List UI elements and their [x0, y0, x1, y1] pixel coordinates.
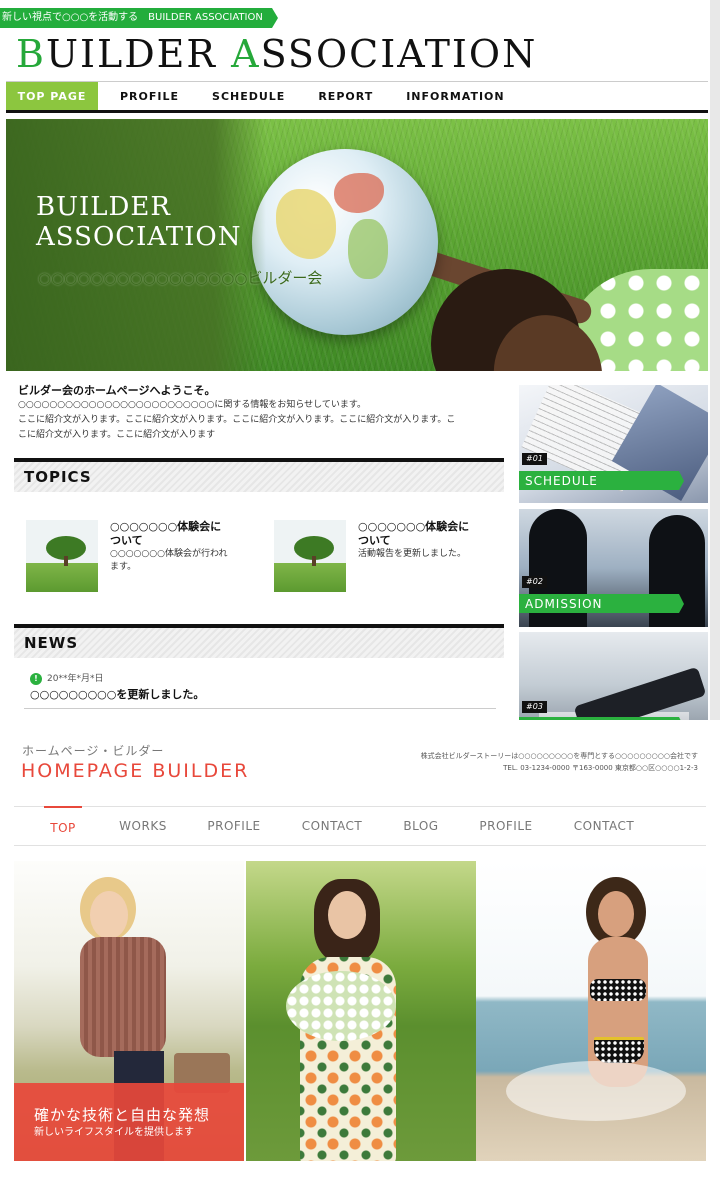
- header-tagline: 新しい視点で○○○を活動する BUILDER ASSOCIATION: [0, 8, 278, 28]
- card-number: #01: [522, 453, 547, 465]
- topic-text: 活動報告を更新しました。: [358, 549, 467, 559]
- nav-bottom-divider: [14, 845, 706, 846]
- news-text[interactable]: ○○○○○○○○○を更新しました。: [30, 686, 496, 704]
- welcome-line: ○○○○○○○○○○○○○○○○○○○○○○○○○に関する情報をお知らせしていま…: [18, 400, 366, 410]
- card-number: #02: [522, 576, 547, 588]
- topic-title[interactable]: ○○○○○○○体験会に ついて: [358, 520, 494, 548]
- caption-main: 確かな技術と自由な発想: [34, 1106, 211, 1124]
- nav-top[interactable]: TOP: [44, 806, 82, 845]
- main-nav: TOP PAGE PROFILE SCHEDULE REPORT INFORMA…: [6, 82, 708, 110]
- builder-association-page: 新しい視点で○○○を活動する BUILDER ASSOCIATION BUILD…: [0, 0, 720, 720]
- topic-thumbnail: [274, 520, 346, 592]
- topic-thumbnail: [26, 520, 98, 592]
- site-title[interactable]: HOMEPAGE BUILDER: [21, 760, 249, 782]
- nav-schedule[interactable]: SCHEDULE: [198, 82, 304, 110]
- homepage-nav: TOP WORKS PROFILE CONTACT BLOG PROFILE C…: [14, 806, 706, 845]
- photo-woman-with-flowers[interactable]: [246, 861, 476, 1161]
- site-small-title: ホームページ・ビルダー: [22, 744, 165, 758]
- hero-caption: 確かな技術と自由な発想 新しいライフスタイルを提供します: [14, 1083, 244, 1161]
- nav-profile[interactable]: PROFILE: [204, 806, 264, 845]
- hero-title: BUILDER ASSOCIATION: [36, 192, 242, 252]
- news-date: 20**年*月*日: [47, 674, 104, 684]
- nav-top-page[interactable]: TOP PAGE: [6, 82, 98, 110]
- company-info: 株式会社ビルダーストーリーは○○○○○○○○○を専門とする○○○○○○○○○会社…: [420, 752, 698, 772]
- card-label: ADMISSION: [519, 594, 684, 613]
- topic-item[interactable]: ○○○○○○○体験会に ついて 活動報告を更新しました。: [274, 520, 494, 592]
- nav-contact-2[interactable]: CONTACT: [571, 806, 637, 845]
- water-splash-image: [506, 1061, 686, 1121]
- hero-subtitle: ○○○○○○○○○○○○○○○○ビルダー会: [38, 269, 323, 287]
- news-bubble-icon: !: [30, 673, 42, 685]
- nav-bottom-divider: [6, 110, 708, 113]
- welcome-heading: ビルダー会のホームページへようこそ。: [18, 384, 216, 397]
- nav-profile-2[interactable]: PROFILE: [476, 806, 536, 845]
- news-heading: NEWS: [14, 624, 504, 658]
- topics-heading: TOPICS: [14, 458, 504, 492]
- topic-item[interactable]: ○○○○○○○体験会に ついて ○○○○○○○体験会が行われ ます。: [26, 520, 246, 592]
- nav-report[interactable]: REPORT: [304, 82, 392, 110]
- side-card-03[interactable]: #03: [519, 632, 708, 720]
- flower-bouquet-image: [286, 971, 396, 1041]
- card-label: SCHEDULE: [519, 471, 684, 490]
- site-logo[interactable]: BUILDER ASSOCIATION: [16, 32, 537, 76]
- homepage-builder-page: ホームページ・ビルダー HOMEPAGE BUILDER 株式会社ビルダーストー…: [0, 720, 720, 1180]
- welcome-section: ビルダー会のホームページへようこそ。 ○○○○○○○○○○○○○○○○○○○○○…: [18, 383, 488, 443]
- nav-blog[interactable]: BLOG: [400, 806, 442, 845]
- topic-text: ○○○○○○○体験会が行われ ます。: [110, 549, 228, 572]
- nav-works[interactable]: WORKS: [114, 806, 172, 845]
- side-card-schedule[interactable]: #01 SCHEDULE: [519, 385, 708, 503]
- news-divider: [24, 708, 496, 709]
- nav-information[interactable]: INFORMATION: [392, 82, 523, 110]
- photo-woman-at-beach[interactable]: [476, 861, 706, 1161]
- caption-sub: 新しいライフスタイルを提供します: [34, 1127, 194, 1138]
- nav-profile[interactable]: PROFILE: [98, 82, 198, 110]
- welcome-line: ここに紹介文が入ります。ここに紹介文が入ります。ここに紹介文が入ります。ここに紹…: [18, 415, 456, 425]
- topic-title[interactable]: ○○○○○○○体験会に ついて: [110, 520, 246, 548]
- side-card-admission[interactable]: #02 ADMISSION: [519, 509, 708, 627]
- photo-woman-with-suitcase[interactable]: 確かな技術と自由な発想 新しいライフスタイルを提供します: [14, 861, 244, 1161]
- card-number: #03: [522, 701, 547, 713]
- hero-banner: BUILDER ASSOCIATION ○○○○○○○○○○○○○○○○ビルダー…: [6, 119, 708, 371]
- news-item[interactable]: ! 20**年*月*日 ○○○○○○○○○を更新しました。: [30, 672, 496, 704]
- welcome-line: こに紹介文が入ります。ここに紹介文が入ります: [18, 430, 216, 440]
- hero-globe: [252, 149, 438, 335]
- nav-contact[interactable]: CONTACT: [299, 806, 365, 845]
